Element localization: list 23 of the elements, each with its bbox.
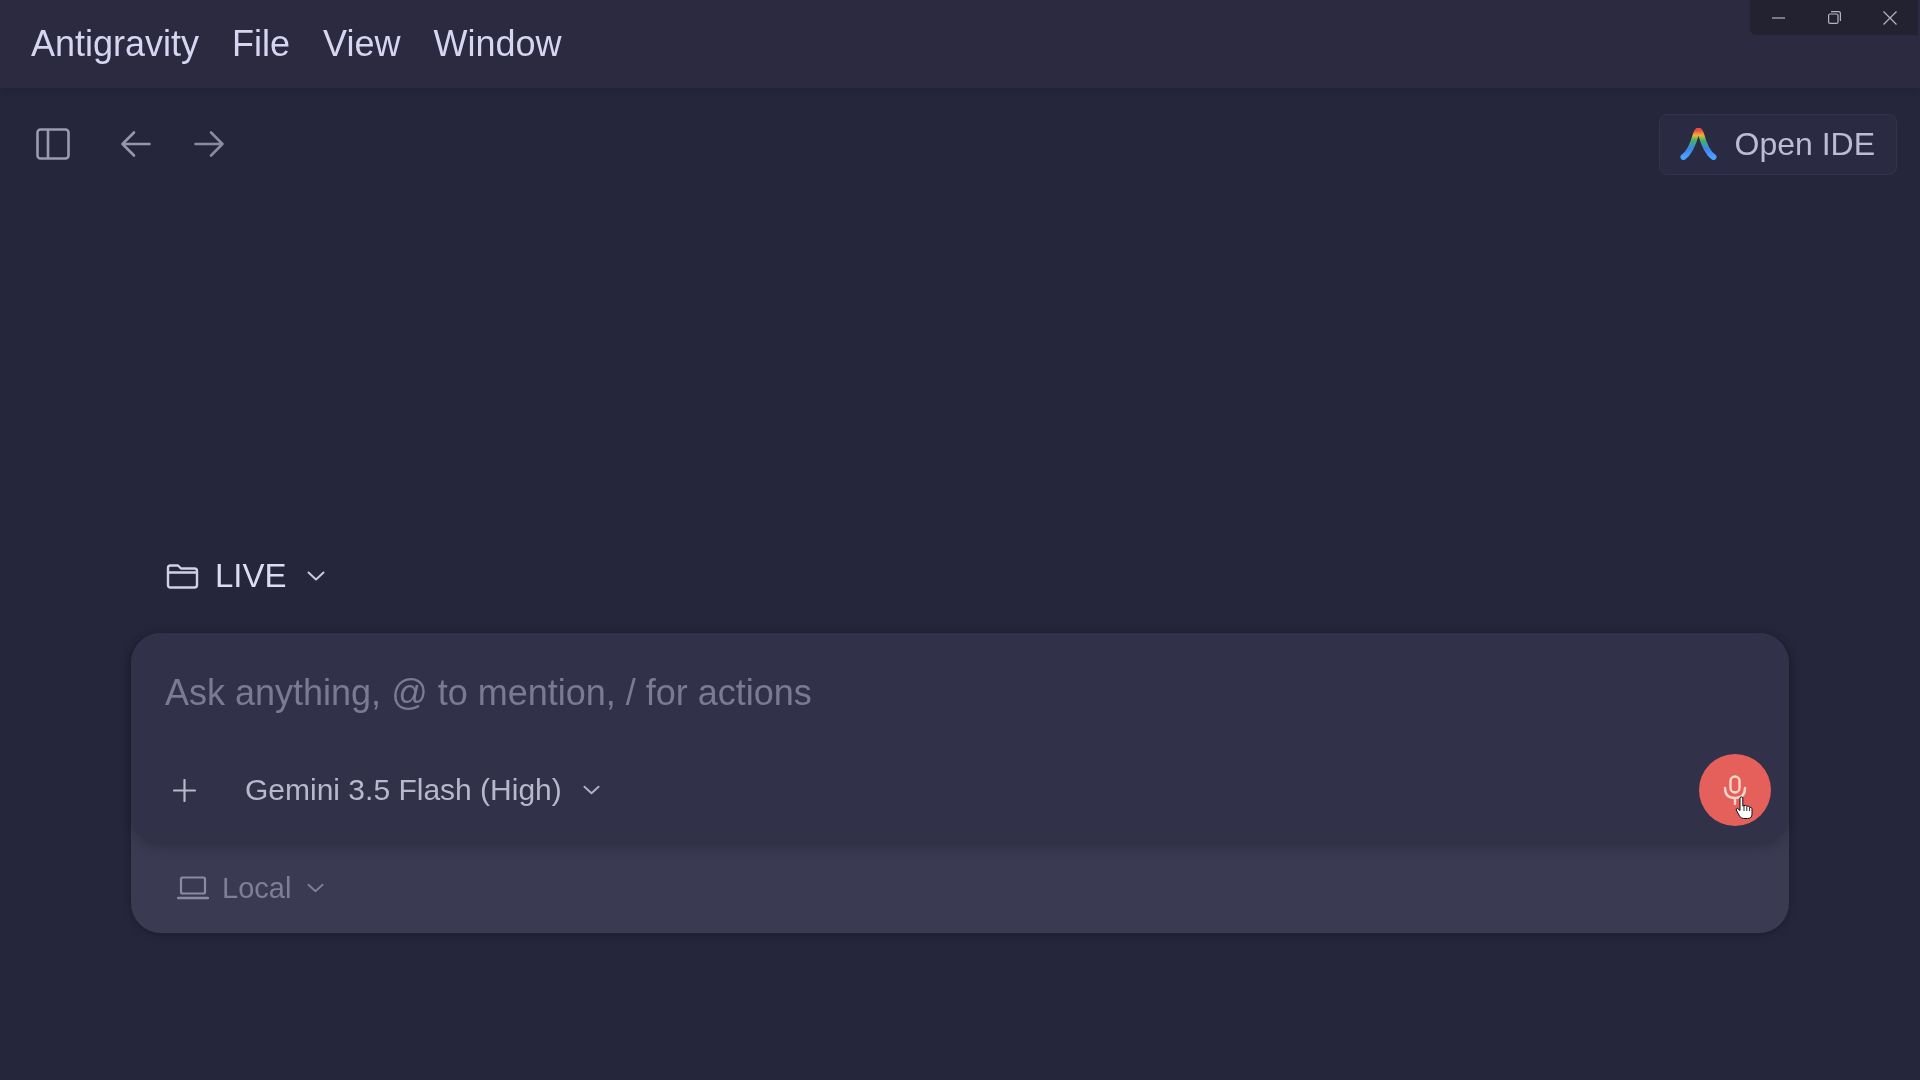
back-arrow-icon[interactable] <box>120 130 151 158</box>
chevron-down-icon <box>306 571 325 581</box>
arch-logo-icon <box>1680 128 1718 160</box>
menu-item[interactable]: View <box>323 22 401 66</box>
chevron-down-icon <box>307 883 325 893</box>
folder-icon <box>166 563 199 589</box>
microphone-icon <box>1723 775 1747 805</box>
prompt-input[interactable]: Ask anything, @ to mention, / for actions <box>165 671 1771 714</box>
sidebar-toggle-icon[interactable] <box>36 128 70 160</box>
plus-icon[interactable] <box>173 778 196 802</box>
forward-arrow-icon[interactable] <box>194 130 225 158</box>
hand-cursor-icon <box>1735 796 1753 820</box>
menu-item[interactable]: File <box>232 22 291 66</box>
model-selector[interactable]: Gemini 3.5 Flash (High) <box>245 773 600 807</box>
restore-icon <box>1827 11 1841 24</box>
close-icon <box>1883 10 1897 25</box>
laptop-icon <box>177 876 209 900</box>
minimize-icon <box>1771 16 1785 19</box>
open-ide-button[interactable]: Open IDE <box>1659 113 1897 175</box>
workspace-selector[interactable]: LIVE <box>166 557 325 595</box>
chevron-down-icon <box>582 785 600 795</box>
menu-item[interactable]: Window <box>433 22 562 66</box>
menu-item[interactable]: Antigravity <box>31 22 200 66</box>
